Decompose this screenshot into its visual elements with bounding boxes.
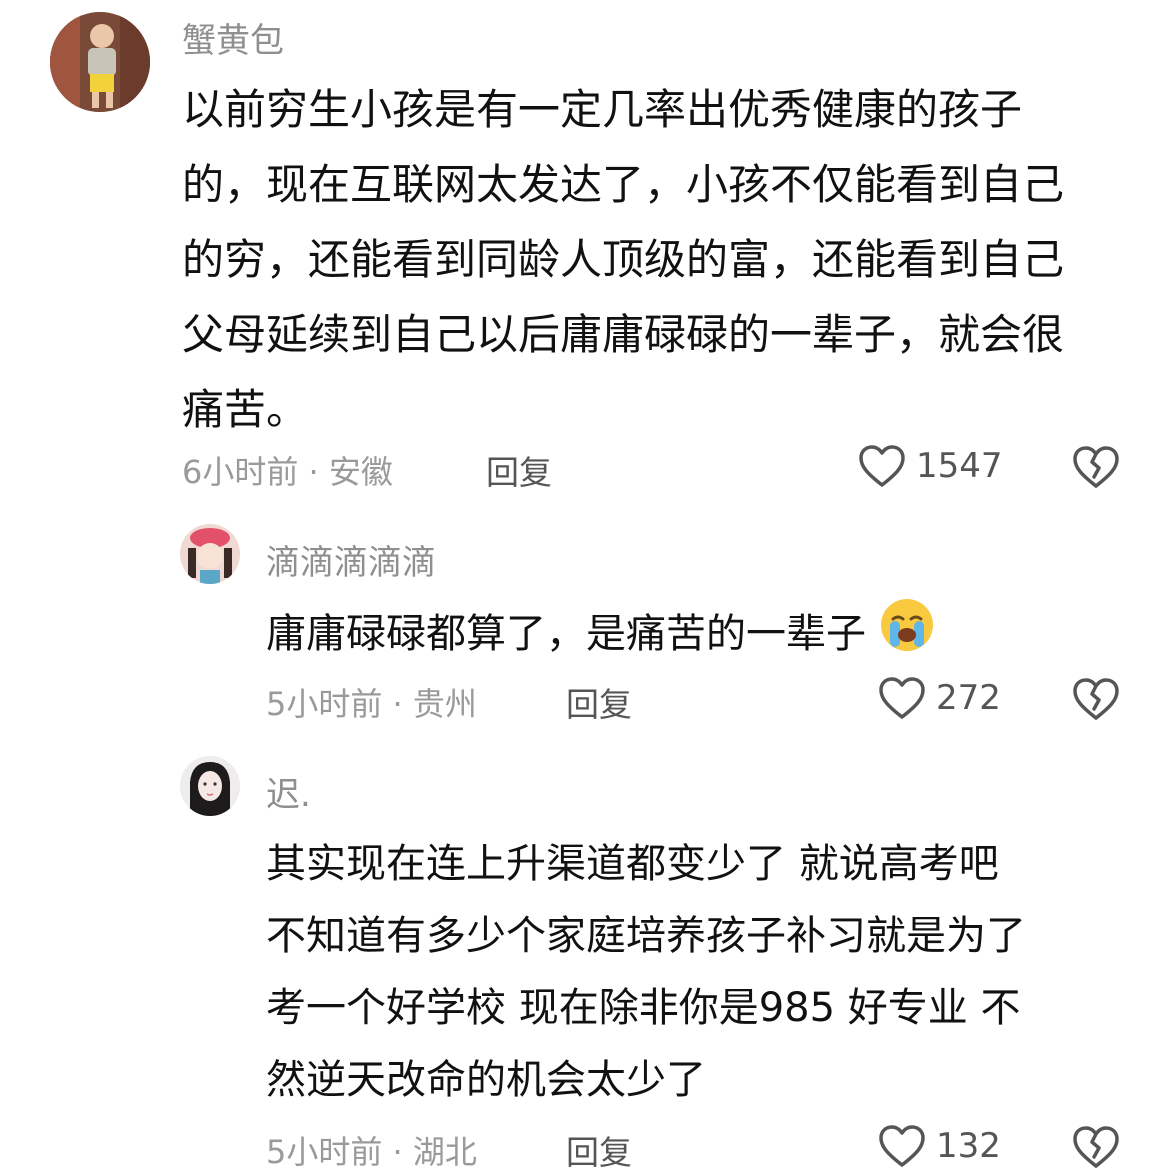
comment-line: 庸庸碌碌都算了，是痛苦的一辈子 xyxy=(266,611,866,657)
comment-line: 不知道有多少个家庭培养孩子补习就是为了 xyxy=(266,913,1026,959)
broken-heart-icon xyxy=(1072,446,1120,494)
comment-line: 痛苦。 xyxy=(182,385,309,434)
avatar[interactable] xyxy=(50,12,150,112)
heart-outline-icon xyxy=(878,1124,926,1168)
timestamp-location: 6小时前 · 安徽 xyxy=(182,453,393,491)
broken-heart-icon xyxy=(1072,678,1120,726)
reply-button[interactable]: 回复 xyxy=(566,1126,632,1174)
timestamp-location: 5小时前 · 湖北 xyxy=(266,1133,477,1171)
reply-button[interactable]: 回复 xyxy=(486,446,552,494)
heart-outline-icon xyxy=(878,676,926,720)
dislike-button[interactable] xyxy=(1072,1124,1120,1174)
comment-line: 其实现在连上升渠道都变少了 就说高考吧 xyxy=(266,841,999,887)
comment-text: 以前穷生小孩是有一定几率出优秀健康的孩子 的，现在互联网太发达了，小孩不仅能看到… xyxy=(182,72,1064,447)
username[interactable]: 迟. xyxy=(266,767,311,816)
like-button[interactable]: 1547 xyxy=(858,444,1003,488)
reply-button[interactable]: 回复 xyxy=(566,678,632,726)
like-count: 1547 xyxy=(916,446,1003,486)
username[interactable]: 滴滴滴滴滴 xyxy=(266,535,436,584)
comment-line: 的，现在互联网太发达了，小孩不仅能看到自己 xyxy=(182,160,1065,209)
comment-line: 以前穷生小孩是有一定几率出优秀健康的孩子 xyxy=(182,85,1023,134)
dislike-button[interactable] xyxy=(1072,676,1120,726)
broken-heart-icon xyxy=(1072,1126,1120,1174)
comment-text: 其实现在连上升渠道都变少了 就说高考吧 不知道有多少个家庭培养孩子补习就是为了 … xyxy=(266,828,1026,1116)
comment-line: 父母延续到自己以后庸庸碌碌的一辈子，就会很 xyxy=(182,310,1065,359)
comment-line: 的穷，还能看到同龄人顶级的富，还能看到自己 xyxy=(182,235,1065,284)
avatar[interactable] xyxy=(180,524,240,584)
dislike-button[interactable] xyxy=(1072,444,1120,494)
heart-outline-icon xyxy=(858,444,906,488)
username[interactable]: 蟹黄包 xyxy=(182,13,284,62)
comment-line: 然逆天改命的机会太少了 xyxy=(266,1057,706,1103)
like-count: 272 xyxy=(936,678,1001,718)
avatar[interactable] xyxy=(180,756,240,816)
like-button[interactable]: 272 xyxy=(878,676,1001,720)
like-button[interactable]: 132 xyxy=(878,1124,1001,1168)
crying-face-icon xyxy=(879,597,935,670)
like-count: 132 xyxy=(936,1126,1001,1166)
timestamp-location: 5小时前 · 贵州 xyxy=(266,685,477,723)
comment-text: 庸庸碌碌都算了，是痛苦的一辈子 xyxy=(266,597,935,670)
comment-line: 考一个好学校 现在除非你是985 好专业 不 xyxy=(266,985,1021,1031)
